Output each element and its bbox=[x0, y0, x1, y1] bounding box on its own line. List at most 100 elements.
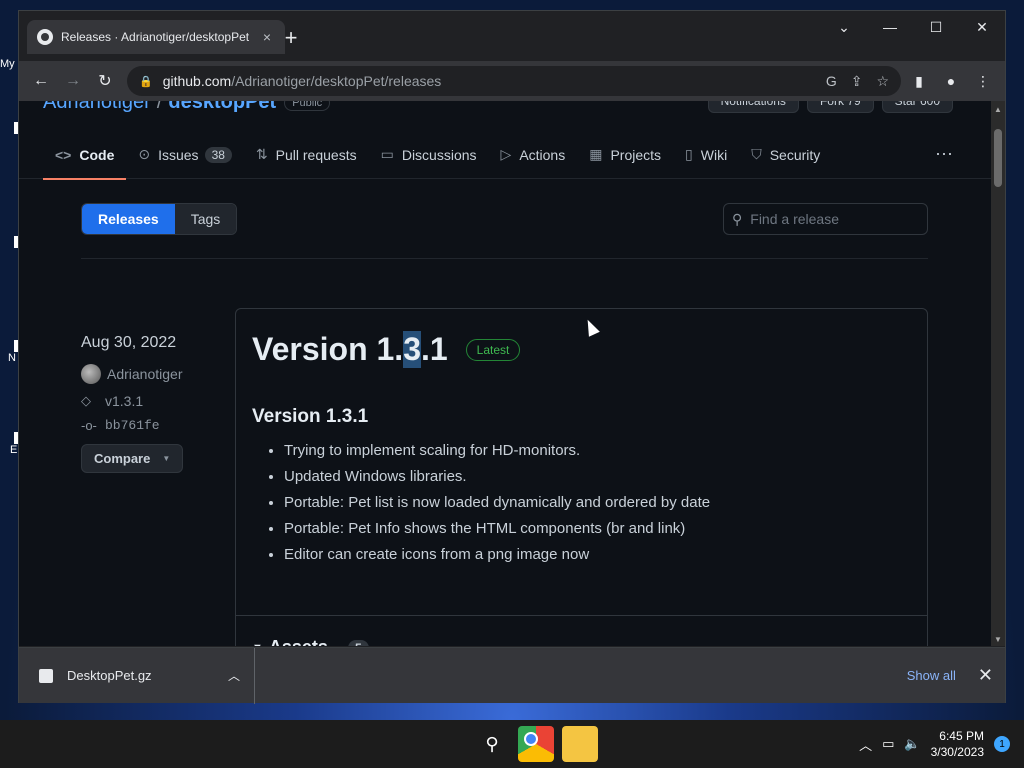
archive-file-icon bbox=[39, 668, 53, 683]
tab-label: Security bbox=[769, 146, 821, 163]
download-item[interactable]: DesktopPet.gz ︿ bbox=[19, 647, 255, 704]
volume-icon[interactable]: 🔈 bbox=[904, 736, 920, 752]
taskbar: ⚲ ︿ ▭ 🔈 6:45 PM 3/30/2023 1 bbox=[0, 720, 1024, 768]
repo-name-link[interactable]: desktopPet bbox=[168, 101, 276, 113]
tab-issues[interactable]: ⊙ Issues 38 bbox=[126, 131, 244, 179]
tab-security[interactable]: ⛉ Security bbox=[739, 131, 832, 179]
releases-tab[interactable]: Releases bbox=[82, 204, 175, 234]
tab-pull-requests[interactable]: ⇅ Pull requests bbox=[244, 131, 369, 179]
find-release-input[interactable] bbox=[750, 211, 911, 227]
release-tag[interactable]: ◇ v1.3.1 bbox=[81, 393, 221, 409]
minimize-button[interactable]: — bbox=[867, 11, 913, 43]
desktop-icon-label[interactable]: My bbox=[0, 58, 18, 70]
start-button[interactable] bbox=[430, 726, 466, 762]
chrome-taskbar-button[interactable] bbox=[518, 726, 554, 762]
forward-button[interactable]: → bbox=[57, 65, 89, 97]
desktop-icon[interactable]: E bbox=[0, 432, 18, 456]
tab-wiki[interactable]: ▯ Wiki bbox=[673, 131, 739, 179]
close-window-button[interactable]: ✕ bbox=[959, 11, 1005, 43]
tab-label: Pull requests bbox=[275, 146, 357, 163]
release-author[interactable]: Adrianotiger bbox=[81, 364, 221, 384]
url-host: github.com bbox=[162, 73, 232, 89]
profile-icon[interactable]: ● bbox=[939, 73, 963, 90]
scroll-up-icon[interactable]: ▲ bbox=[993, 105, 1003, 114]
tab-actions[interactable]: ▷ Actions bbox=[489, 131, 578, 179]
github-page: Adrianotiger / desktopPet Public Notificati… bbox=[19, 101, 993, 646]
reload-button[interactable]: ↻ bbox=[89, 65, 121, 97]
divider bbox=[236, 615, 927, 616]
clock[interactable]: 6:45 PM 3/30/2023 bbox=[931, 728, 984, 760]
discussion-icon: ▭ bbox=[380, 146, 394, 162]
release-commit[interactable]: -o-bb761fe bbox=[81, 418, 221, 433]
release-date: Aug 30, 2022 bbox=[81, 334, 177, 351]
google-icon[interactable]: G bbox=[826, 73, 837, 90]
desktop-icon[interactable]: N bbox=[0, 340, 18, 364]
chevron-up-icon[interactable]: ︿ bbox=[859, 735, 872, 754]
desktop-icon-label: E bbox=[10, 444, 18, 456]
page-scrollbar[interactable]: ▲ ▼ bbox=[991, 101, 1005, 646]
tab-discussions[interactable]: ▭ Discussions bbox=[369, 131, 489, 179]
assets-toggle[interactable]: ▼ Assets 5 bbox=[252, 637, 369, 646]
scroll-thumb[interactable] bbox=[994, 129, 1002, 187]
release-title-end: .1 bbox=[420, 331, 448, 367]
desktop-icon[interactable] bbox=[0, 236, 18, 248]
commit-icon: -o- bbox=[81, 418, 97, 433]
network-icon[interactable]: ▭ bbox=[882, 736, 894, 752]
tab-code[interactable]: <> Code bbox=[43, 131, 127, 180]
release-card: Version 1.3.1 Latest Version 1.3.1 Tryin… bbox=[235, 308, 928, 646]
visibility-badge: Public bbox=[284, 101, 331, 111]
list-item: Editor can create icons from a png image… bbox=[284, 546, 911, 563]
more-icon[interactable]: ··· bbox=[935, 143, 953, 164]
close-tab-icon[interactable]: × bbox=[259, 29, 275, 45]
list-item: Portable: Pet Info shows the HTML compon… bbox=[284, 520, 911, 537]
show-all-button[interactable]: Show all bbox=[907, 668, 956, 683]
new-tab-button[interactable]: + bbox=[279, 25, 303, 51]
play-icon: ▷ bbox=[500, 146, 512, 162]
tag-name: v1.3.1 bbox=[105, 393, 144, 409]
release-notes-heading: Version 1.3.1 bbox=[252, 406, 369, 427]
back-button[interactable]: ← bbox=[25, 65, 57, 97]
chevron-down-icon: ▼ bbox=[162, 454, 171, 463]
maximize-button[interactable]: ☐ bbox=[913, 11, 959, 43]
side-panel-icon[interactable]: ▮ bbox=[907, 73, 931, 90]
notifications-button[interactable]: Notifications bbox=[707, 101, 799, 113]
windows-icon bbox=[430, 726, 466, 762]
share-icon[interactable]: ⇪ bbox=[851, 73, 863, 90]
search-taskbar-button[interactable]: ⚲ bbox=[474, 726, 510, 762]
list-item: Updated Windows libraries. bbox=[284, 468, 911, 485]
repo-owner-link[interactable]: Adrianotiger bbox=[43, 101, 151, 113]
release-title[interactable]: Version 1. 3.1 Latest bbox=[252, 331, 911, 368]
latest-badge: Latest bbox=[465, 338, 521, 361]
tab-projects[interactable]: ▦ Projects bbox=[577, 131, 673, 179]
window-controls: ⌄ — ☐ ✕ bbox=[821, 11, 1005, 43]
lock-icon[interactable]: 🔒 bbox=[139, 75, 153, 88]
menu-kebab-icon[interactable]: ⋮ bbox=[971, 73, 995, 90]
star-button[interactable]: Star 600 bbox=[881, 101, 953, 113]
desktop-icon[interactable] bbox=[0, 122, 18, 134]
repo-title: Adrianotiger / desktopPet Public bbox=[43, 101, 331, 114]
file-explorer-button[interactable] bbox=[562, 726, 598, 762]
address-bar[interactable]: 🔒 github.com/Adrianotiger/desktopPet/rel… bbox=[127, 66, 901, 96]
system-tray: ︿ ▭ 🔈 6:45 PM 3/30/2023 1 bbox=[859, 720, 1010, 768]
releases-tags-toggle: Releases Tags bbox=[81, 203, 238, 235]
assets-count: 5 bbox=[347, 639, 369, 646]
release-meta: Aug 30, 2022 Adrianotiger ◇ v1.3.1 -o-bb7… bbox=[81, 334, 221, 473]
close-shelf-icon[interactable]: ✕ bbox=[978, 665, 993, 686]
browser-window: Releases · Adrianotiger/desktopPet × + ⌄… bbox=[18, 10, 1006, 704]
book-icon: ▯ bbox=[685, 146, 693, 162]
tab-label: Wiki bbox=[700, 146, 728, 163]
chevron-up-icon[interactable]: ︿ bbox=[228, 667, 240, 684]
search-icon: ⚲ bbox=[732, 210, 743, 227]
notification-badge[interactable]: 1 bbox=[994, 736, 1010, 752]
tab-search-icon[interactable]: ⌄ bbox=[821, 11, 867, 43]
scroll-down-icon[interactable]: ▼ bbox=[993, 635, 1003, 644]
download-file-name: DesktopPet.gz bbox=[67, 668, 152, 683]
repo-separator: / bbox=[156, 101, 163, 113]
tags-tab[interactable]: Tags bbox=[174, 204, 237, 234]
browser-tab[interactable]: Releases · Adrianotiger/desktopPet × bbox=[27, 20, 285, 54]
tab-label: Actions bbox=[519, 146, 566, 163]
list-item: Portable: Pet list is now loaded dynamic… bbox=[284, 494, 911, 511]
fork-button[interactable]: Fork 79 bbox=[806, 101, 874, 113]
bookmark-star-icon[interactable]: ☆ bbox=[876, 73, 889, 90]
compare-button[interactable]: Compare ▼ bbox=[81, 444, 184, 473]
